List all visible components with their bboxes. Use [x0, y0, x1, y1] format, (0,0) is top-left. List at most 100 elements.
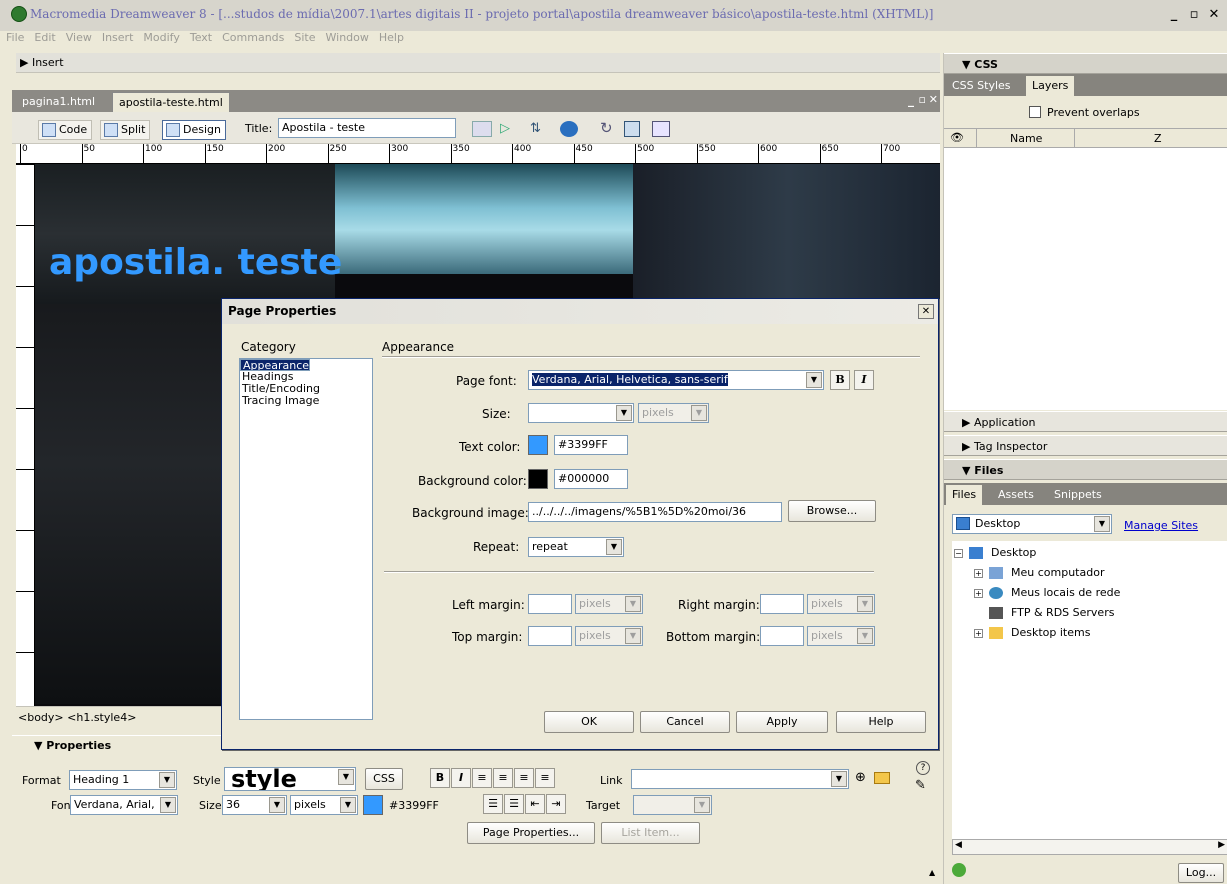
tab-layers[interactable]: Layers — [1026, 76, 1075, 96]
tag-inspector-panel-header[interactable]: ▶ Tag Inspector — [944, 435, 1227, 456]
tab-files[interactable]: Files — [946, 485, 983, 505]
ordered-list-icon[interactable]: ☰ — [504, 794, 524, 814]
files-panel-header[interactable]: ▼ Files — [944, 459, 1227, 480]
apply-button[interactable]: Apply — [736, 711, 828, 733]
scroll-right-icon[interactable]: ▶ — [1218, 840, 1225, 850]
design-view-button[interactable]: Design — [162, 120, 226, 140]
expand-arrow-icon[interactable]: ▲ — [929, 868, 935, 877]
page-title-input[interactable]: Apostila - teste — [278, 118, 456, 138]
format-select[interactable]: Heading 1 ▼ — [69, 770, 177, 790]
repeat-select[interactable]: repeat ▼ — [528, 537, 624, 557]
tree-item-desktop-items[interactable]: + Desktop items — [974, 624, 1090, 642]
visual-aids-icon[interactable] — [652, 121, 670, 137]
left-margin-unit-select[interactable]: pixels ▼ — [575, 594, 643, 614]
font-italic-button[interactable]: I — [854, 370, 874, 390]
menu-edit[interactable]: Edit — [34, 31, 55, 49]
tab-snippets[interactable]: Snippets — [1048, 485, 1108, 505]
menu-text[interactable]: Text — [190, 31, 212, 49]
align-left-icon[interactable]: ≡ — [472, 768, 492, 788]
split-view-button[interactable]: Split — [100, 120, 151, 140]
application-panel-header[interactable]: ▶ Application — [944, 411, 1227, 432]
indent-icon[interactable]: ⇥ — [546, 794, 566, 814]
menu-window[interactable]: Window — [326, 31, 369, 49]
tree-item-ftp[interactable]: FTP & RDS Servers — [989, 604, 1114, 622]
dialog-text-color-swatch[interactable] — [528, 435, 548, 455]
code-view-button[interactable]: Code — [38, 120, 93, 140]
page-font-select[interactable]: Verdana, Arial, Helvetica, sans-serif ▼ — [528, 370, 824, 390]
bg-color-input[interactable]: #000000 — [554, 469, 628, 489]
doc-close-icon[interactable]: ✕ — [929, 93, 938, 106]
menu-modify[interactable]: Modify — [143, 31, 179, 49]
list-item-button[interactable]: List Item... — [601, 822, 700, 844]
cancel-button[interactable]: Cancel — [640, 711, 730, 733]
view-options-icon[interactable] — [624, 121, 640, 137]
css-button[interactable]: CSS — [365, 768, 403, 790]
page-properties-button[interactable]: Page Properties... — [467, 822, 595, 844]
italic-button[interactable]: I — [451, 768, 471, 788]
file-management-icon[interactable]: ⇅ — [530, 121, 552, 137]
tree-item-desktop[interactable]: − Desktop — [954, 544, 1036, 562]
menu-file[interactable]: File — [6, 31, 24, 49]
point-to-file-icon[interactable]: ⊕ — [855, 770, 866, 785]
help-icon[interactable]: ? — [916, 761, 930, 775]
restore-icon[interactable]: ▫ — [1186, 7, 1202, 23]
target-select[interactable]: ▼ — [633, 795, 712, 815]
align-center-icon[interactable]: ≡ — [493, 768, 513, 788]
category-appearance[interactable]: Appearance — [240, 359, 311, 371]
tab-assets[interactable]: Assets — [992, 485, 1040, 505]
style-select[interactable]: style ▼ — [224, 767, 356, 791]
tab-pagina1[interactable]: pagina1.html — [16, 92, 101, 112]
menu-help[interactable]: Help — [379, 31, 404, 49]
browse-folder-icon[interactable] — [874, 772, 890, 784]
outdent-icon[interactable]: ⇤ — [525, 794, 545, 814]
doc-minimize-icon[interactable]: _ — [908, 93, 914, 107]
insert-bar[interactable]: ▶ Insert — [16, 53, 940, 73]
prevent-overlaps-checkbox[interactable] — [1029, 106, 1041, 118]
menu-insert[interactable]: Insert — [102, 31, 134, 49]
unordered-list-icon[interactable]: ☰ — [483, 794, 503, 814]
scroll-left-icon[interactable]: ◀ — [955, 840, 962, 850]
refresh-icon[interactable]: ↻ — [600, 119, 613, 137]
browser-check-icon[interactable]: ▷ — [500, 121, 522, 137]
size-select[interactable]: 36 ▼ — [222, 795, 287, 815]
align-right-icon[interactable]: ≡ — [514, 768, 534, 788]
doc-restore-icon[interactable]: ▫ — [919, 93, 926, 106]
top-margin-unit-select[interactable]: pixels ▼ — [575, 626, 643, 646]
menu-commands[interactable]: Commands — [222, 31, 284, 49]
tree-item-computer[interactable]: + Meu computador — [974, 564, 1104, 582]
log-button[interactable]: Log... — [1178, 863, 1224, 883]
left-margin-input[interactable] — [528, 594, 572, 614]
tab-css-styles[interactable]: CSS Styles — [946, 76, 1017, 96]
close-icon[interactable]: ✕ — [1206, 7, 1222, 23]
text-color-swatch[interactable] — [363, 795, 383, 815]
menu-site[interactable]: Site — [294, 31, 315, 49]
bottom-margin-unit-select[interactable]: pixels ▼ — [807, 626, 875, 646]
ok-button[interactable]: OK — [544, 711, 634, 733]
tab-apostila-teste[interactable]: apostila-teste.html — [112, 92, 230, 112]
dialog-size-select[interactable]: ▼ — [528, 403, 634, 423]
name-column[interactable]: Name — [1010, 132, 1042, 145]
link-input[interactable]: ▼ — [631, 769, 849, 789]
bg-image-input[interactable]: ../../../../imagens/%5B1%5D%20moi/36 — [528, 502, 782, 522]
help-button[interactable]: Help — [836, 711, 926, 733]
category-tracing-image[interactable]: Tracing Image — [240, 395, 372, 407]
right-margin-input[interactable] — [760, 594, 804, 614]
size-unit-select[interactable]: pixels ▼ — [290, 795, 358, 815]
minimize-icon[interactable]: _ — [1166, 7, 1182, 23]
right-margin-unit-select[interactable]: pixels ▼ — [807, 594, 875, 614]
manage-sites-link[interactable]: Manage Sites — [1124, 519, 1198, 532]
dialog-size-unit-select[interactable]: pixels ▼ — [638, 403, 709, 423]
validate-icon[interactable] — [472, 121, 492, 137]
css-panel-header[interactable]: ▼ CSS — [944, 53, 1227, 74]
bottom-margin-input[interactable] — [760, 626, 804, 646]
preview-browser-icon[interactable] — [560, 121, 578, 137]
font-select[interactable]: Verdana, Arial, ▼ — [70, 795, 178, 815]
text-color-input[interactable]: #3399FF — [554, 435, 628, 455]
browse-button[interactable]: Browse... — [788, 500, 876, 522]
quick-tag-editor-icon[interactable]: ✎ — [915, 778, 926, 793]
tree-item-network[interactable]: + Meus locais de rede — [974, 584, 1120, 602]
site-select[interactable]: Desktop ▼ — [952, 514, 1112, 534]
z-column[interactable]: Z — [1154, 132, 1162, 145]
font-bold-button[interactable]: B — [830, 370, 850, 390]
top-margin-input[interactable] — [528, 626, 572, 646]
